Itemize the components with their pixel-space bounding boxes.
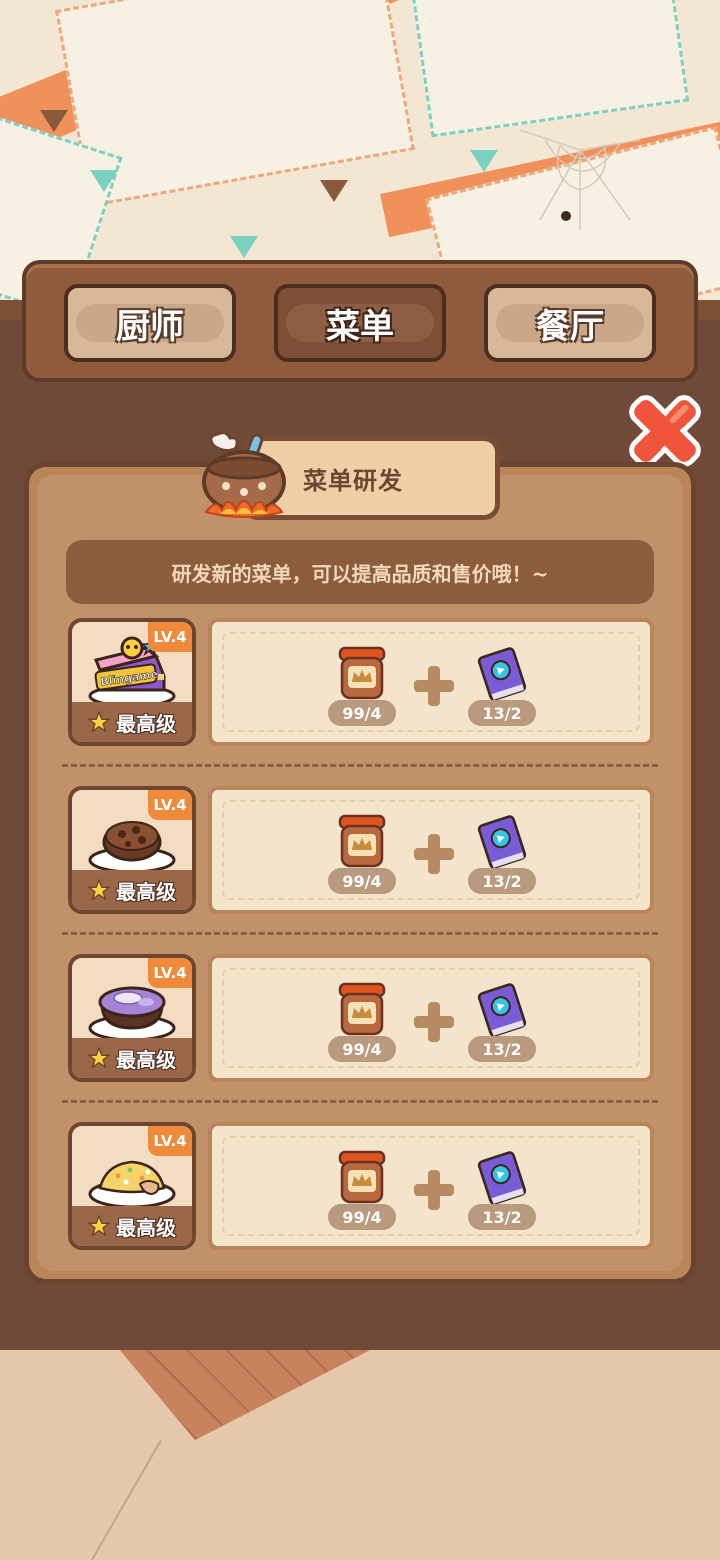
max-level-bar: 最高级 xyxy=(72,870,192,910)
panel-title: 菜单研发 xyxy=(303,466,403,495)
bunting-flag xyxy=(470,150,498,172)
recipe-book-icon xyxy=(477,647,527,701)
plus-icon xyxy=(414,834,454,874)
row-divider xyxy=(62,764,658,767)
cobweb-icon xyxy=(520,130,640,230)
max-level-label: 最高级 xyxy=(116,711,176,736)
tab-bar: 厨师 菜单 餐厅 xyxy=(22,260,698,382)
max-level-label: 最高级 xyxy=(116,1215,176,1240)
star-icon xyxy=(88,711,110,733)
bunting-flag xyxy=(40,110,68,132)
star-icon xyxy=(88,879,110,901)
ingredient-jar-icon xyxy=(338,646,386,700)
dish-card[interactable]: LV.4 最高级 xyxy=(68,786,196,914)
recipe-book-item[interactable]: 13/2 xyxy=(462,646,542,726)
picture-frame xyxy=(410,0,690,138)
ingredient-item[interactable]: 99/4 xyxy=(322,982,402,1062)
book-count: 13/2 xyxy=(468,868,536,894)
floor-rug xyxy=(120,1350,370,1440)
ingredient-count: 99/4 xyxy=(328,868,396,894)
recipe-book-item[interactable]: 13/2 xyxy=(462,1150,542,1230)
cooking-pot-icon xyxy=(202,431,286,518)
panel-hint: 研发新的菜单，可以提高品质和售价哦！~ xyxy=(66,540,654,604)
max-level-label: 最高级 xyxy=(116,1047,176,1072)
dish-card[interactable]: LV.4 最高级 xyxy=(68,1122,196,1250)
max-level-bar: 最高级 xyxy=(72,1038,192,1078)
row-divider xyxy=(62,932,658,935)
tab-chef[interactable]: 厨师 xyxy=(64,284,236,362)
upgrade-requirements: 99/4 13/2 xyxy=(208,786,654,914)
ingredient-jar-icon xyxy=(338,982,386,1036)
tab-label: 菜单 xyxy=(286,304,434,347)
recipe-book-item[interactable]: 13/2 xyxy=(462,982,542,1062)
book-count: 13/2 xyxy=(468,1036,536,1062)
max-level-bar: 最高级 xyxy=(72,702,192,742)
bunting-flag xyxy=(320,180,348,202)
bunting-flag xyxy=(90,170,118,192)
star-icon xyxy=(88,1047,110,1069)
plus-icon xyxy=(414,666,454,706)
ingredient-count: 99/4 xyxy=(328,1204,396,1230)
recipe-book-item[interactable]: 13/2 xyxy=(462,814,542,894)
level-badge: LV.4 xyxy=(148,958,192,988)
bunting-flag xyxy=(230,236,258,258)
recipe-book-icon xyxy=(477,1151,527,1205)
upgrade-requirements: 99/4 13/2 xyxy=(208,618,654,746)
tab-restaurant[interactable]: 餐厅 xyxy=(484,284,656,362)
plus-icon xyxy=(414,1002,454,1042)
dish-row: LV.4 最高级 99/4 13/2 xyxy=(66,954,656,1084)
ingredient-count: 99/4 xyxy=(328,1036,396,1062)
ingredient-jar-icon xyxy=(338,1150,386,1204)
level-badge: LV.4 xyxy=(148,790,192,820)
dish-card[interactable]: LV.4 最高级 xyxy=(68,954,196,1082)
upgrade-requirements: 99/4 13/2 xyxy=(208,1122,654,1250)
floor xyxy=(0,1350,720,1560)
dish-row: Blingame LV.4 最高级 99/4 13/2 xyxy=(66,618,656,748)
row-divider xyxy=(62,1100,658,1103)
recipe-book-icon xyxy=(477,983,527,1037)
recipe-book-icon xyxy=(477,815,527,869)
dish-row: LV.4 最高级 99/4 13/2 xyxy=(66,1122,656,1252)
level-badge: LV.4 xyxy=(148,1126,192,1156)
upgrade-requirements: 99/4 13/2 xyxy=(208,954,654,1082)
max-level-bar: 最高级 xyxy=(72,1206,192,1246)
ingredient-count: 99/4 xyxy=(328,700,396,726)
max-level-label: 最高级 xyxy=(116,879,176,904)
plus-icon xyxy=(414,1170,454,1210)
star-icon xyxy=(88,1215,110,1237)
ingredient-item[interactable]: 99/4 xyxy=(322,814,402,894)
dish-card[interactable]: Blingame LV.4 最高级 xyxy=(68,618,196,746)
tab-menu[interactable]: 菜单 xyxy=(274,284,446,362)
tab-label: 餐厅 xyxy=(496,304,644,347)
dish-row: LV.4 最高级 99/4 13/2 xyxy=(66,786,656,916)
book-count: 13/2 xyxy=(468,1204,536,1230)
ingredient-item[interactable]: 99/4 xyxy=(322,1150,402,1230)
floor-line xyxy=(85,1440,162,1560)
ingredient-jar-icon xyxy=(338,814,386,868)
tab-label: 厨师 xyxy=(76,304,224,347)
ingredient-item[interactable]: 99/4 xyxy=(322,646,402,726)
book-count: 13/2 xyxy=(468,700,536,726)
level-badge: LV.4 xyxy=(148,622,192,652)
